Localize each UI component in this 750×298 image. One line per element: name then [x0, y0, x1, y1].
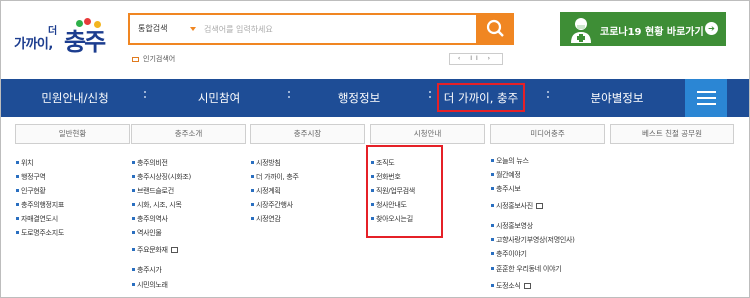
- highlight-box: [437, 83, 525, 112]
- list-item[interactable]: 충주시가: [132, 265, 162, 275]
- highlight-box: [366, 145, 443, 238]
- external-link-icon: [535, 203, 543, 209]
- arrow-right-icon: ➔: [705, 22, 718, 35]
- list-item[interactable]: 훈훈한 우리동네 이야기: [490, 264, 562, 274]
- menu-column-media: 미디어충주 오늘의 뉴스 월간예정 충주시보 시정홍보사진 시정홍보영상 고향사…: [490, 124, 605, 290]
- list-item[interactable]: 충주의비전: [132, 158, 168, 168]
- list-item[interactable]: 시정방침: [251, 158, 281, 168]
- menu-column-general: 일반현황 위치 행정구역 인구현황 충주의행정지표 자매결연도시 도로명주소지도: [15, 124, 130, 237]
- main-nav: 민원안내/신청 시민참여 행정정보 더 가까이, 충주 분야별정보: [1, 79, 749, 117]
- list-item[interactable]: 시화, 시조, 시목: [132, 200, 182, 210]
- list-item[interactable]: 시정계획: [251, 186, 281, 196]
- search-input[interactable]: [204, 15, 474, 43]
- nav-item-civil[interactable]: 민원안내/신청: [1, 79, 149, 117]
- list-item[interactable]: 행정구역: [16, 172, 46, 182]
- search-scope-select[interactable]: 통합검색: [130, 15, 204, 43]
- search-icon: [486, 19, 504, 37]
- column-header[interactable]: 충주소개: [131, 124, 246, 144]
- keyword-icon: [132, 56, 139, 62]
- list-item[interactable]: 주요문화재: [132, 245, 178, 255]
- list-item[interactable]: 충주이야기: [491, 249, 527, 259]
- nav-item-fields[interactable]: 분야별정보: [549, 79, 685, 117]
- external-link-icon: [523, 283, 531, 289]
- list-item[interactable]: 도로명주소지도: [16, 228, 64, 238]
- search-button[interactable]: [476, 13, 514, 45]
- column-header[interactable]: 충주시장: [250, 124, 365, 144]
- list-item[interactable]: 시정홍보사진: [491, 201, 543, 211]
- nav-item-participation[interactable]: 시민참여: [149, 79, 289, 117]
- keyword-pager[interactable]: ‹ II ›: [449, 53, 503, 65]
- chevron-down-icon: [190, 27, 196, 31]
- list-item[interactable]: 브랜드슬로건: [132, 186, 174, 196]
- list-item[interactable]: 충주시보: [491, 184, 521, 194]
- list-item[interactable]: 더 가까이, 충주: [251, 172, 299, 182]
- popular-keywords[interactable]: 인기검색어: [132, 54, 175, 64]
- list-item[interactable]: 시정연감: [251, 214, 281, 224]
- list-item[interactable]: 충주의행정지표: [16, 200, 64, 210]
- column-header[interactable]: 일반현황: [15, 124, 130, 144]
- list-item[interactable]: 충주의역사: [132, 214, 168, 224]
- logo-dot-icon: [84, 18, 91, 25]
- list-item[interactable]: 월간예정: [491, 170, 521, 180]
- column-header[interactable]: 시청안내: [370, 124, 485, 144]
- column-header[interactable]: 미디어충주: [490, 124, 605, 144]
- list-item[interactable]: 오늘의 뉴스: [491, 156, 529, 166]
- list-item[interactable]: 충주시상징(시화조): [132, 172, 191, 182]
- menu-column-intro: 충주소개 충주의비전 충주시상징(시화조) 브랜드슬로건 시화, 시조, 시목 …: [131, 124, 246, 289]
- nav-item-admin[interactable]: 행정정보: [289, 79, 429, 117]
- logo-dot-icon: [76, 20, 83, 27]
- list-item[interactable]: 인구현황: [16, 186, 46, 196]
- doctor-icon: [571, 18, 591, 43]
- logo-small-text: 가까이, 더: [14, 26, 57, 52]
- covid-status-button[interactable]: 코로나19 현황 바로가기 ➔: [560, 12, 726, 46]
- logo-dot-icon: [94, 21, 101, 28]
- list-item[interactable]: 도정소식: [491, 281, 531, 291]
- list-item[interactable]: 위치: [15, 158, 34, 168]
- column-header[interactable]: 베스트 친절 공무원: [610, 124, 734, 144]
- menu-column-best-staff: 베스트 친절 공무원: [610, 124, 734, 144]
- nav-divider: [144, 91, 146, 101]
- city-logo[interactable]: 가까이, 더 충주: [14, 18, 114, 58]
- list-item[interactable]: 시민의노래: [132, 280, 168, 290]
- list-item[interactable]: 자매결연도시: [16, 214, 58, 224]
- hamburger-menu-icon[interactable]: [685, 79, 727, 117]
- list-item[interactable]: 시장주간행사: [251, 200, 293, 210]
- list-item[interactable]: 시정홍보영상: [491, 221, 533, 231]
- list-item[interactable]: 역사인물: [132, 228, 162, 238]
- search-bar: 통합검색: [128, 13, 514, 45]
- list-item[interactable]: 고향사랑기부영상(저명인사): [491, 235, 575, 245]
- covid-label: 코로나19 현황 바로가기: [600, 27, 704, 38]
- menu-column-mayor: 충주시장 시정방침 더 가까이, 충주 시정계획 시장주간행사 시정연감: [250, 124, 365, 223]
- external-link-icon: [170, 247, 178, 253]
